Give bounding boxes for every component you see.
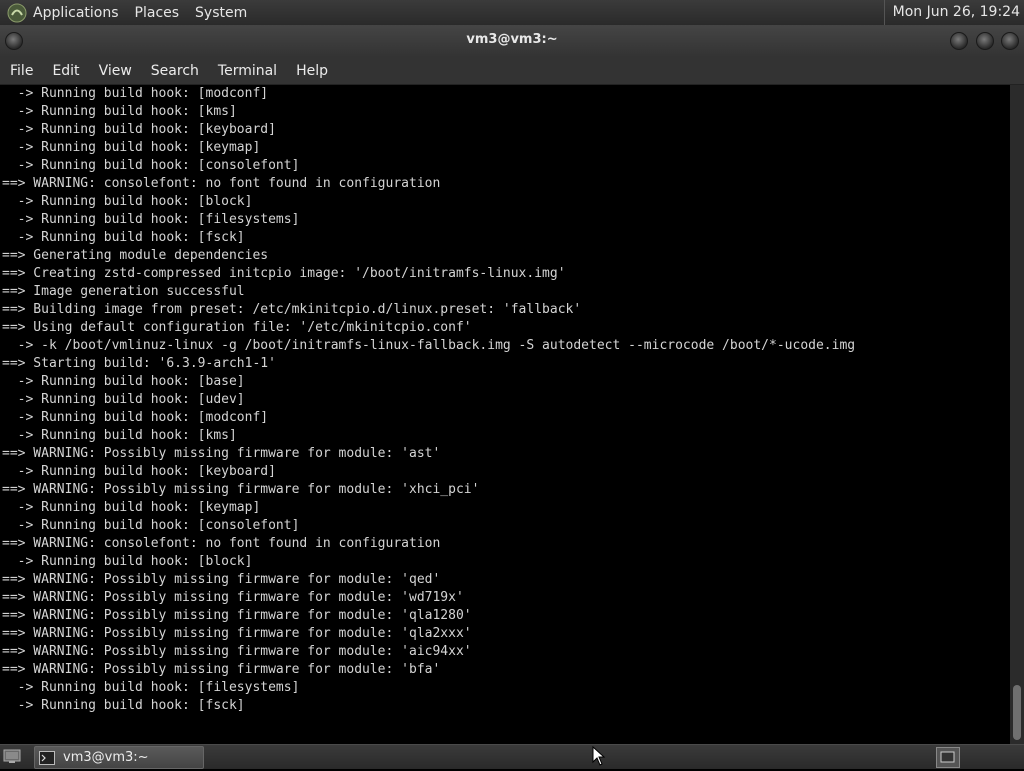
mouse-pointer-icon: [592, 746, 606, 766]
maximize-button[interactable]: [976, 32, 994, 50]
window-title: vm3@vm3:~: [466, 32, 558, 47]
workspace-preview-icon: [940, 751, 955, 763]
window-titlebar[interactable]: vm3@vm3:~: [0, 25, 1024, 57]
edit-menu[interactable]: Edit: [52, 63, 79, 79]
terminal-menubar: File Edit View Search Terminal Help: [0, 57, 1024, 85]
workspace-switcher-icon[interactable]: [936, 747, 960, 768]
search-menu[interactable]: Search: [151, 63, 199, 79]
terminal-output: -> Running build hook: [modconf] -> Runn…: [2, 86, 856, 713]
system-menu[interactable]: System: [195, 5, 247, 21]
terminal-area[interactable]: -> Running build hook: [modconf] -> Runn…: [0, 85, 1010, 744]
view-menu[interactable]: View: [99, 63, 132, 79]
applications-menu[interactable]: Applications: [33, 5, 119, 21]
file-menu[interactable]: File: [10, 63, 33, 79]
mate-logo-icon[interactable]: [7, 3, 27, 23]
close-button[interactable]: [1001, 32, 1019, 50]
top-panel: Applications Places System Mon Jun 26, 1…: [0, 0, 1024, 25]
minimize-button[interactable]: [950, 32, 968, 50]
help-menu[interactable]: Help: [296, 63, 328, 79]
terminal-scrollbar[interactable]: [1010, 85, 1024, 744]
terminal-menu[interactable]: Terminal: [218, 63, 277, 79]
scrollbar-thumb[interactable]: [1013, 685, 1021, 740]
clock[interactable]: Mon Jun 26, 19:24: [883, 0, 1020, 25]
show-desktop-icon[interactable]: [3, 748, 21, 764]
taskbar-window-label: vm3@vm3:~: [63, 750, 149, 765]
taskbar-window-button[interactable]: vm3@vm3:~: [34, 746, 204, 769]
terminal-icon: [39, 750, 55, 765]
bottom-panel: vm3@vm3:~: [0, 744, 1024, 769]
places-menu[interactable]: Places: [135, 5, 180, 21]
